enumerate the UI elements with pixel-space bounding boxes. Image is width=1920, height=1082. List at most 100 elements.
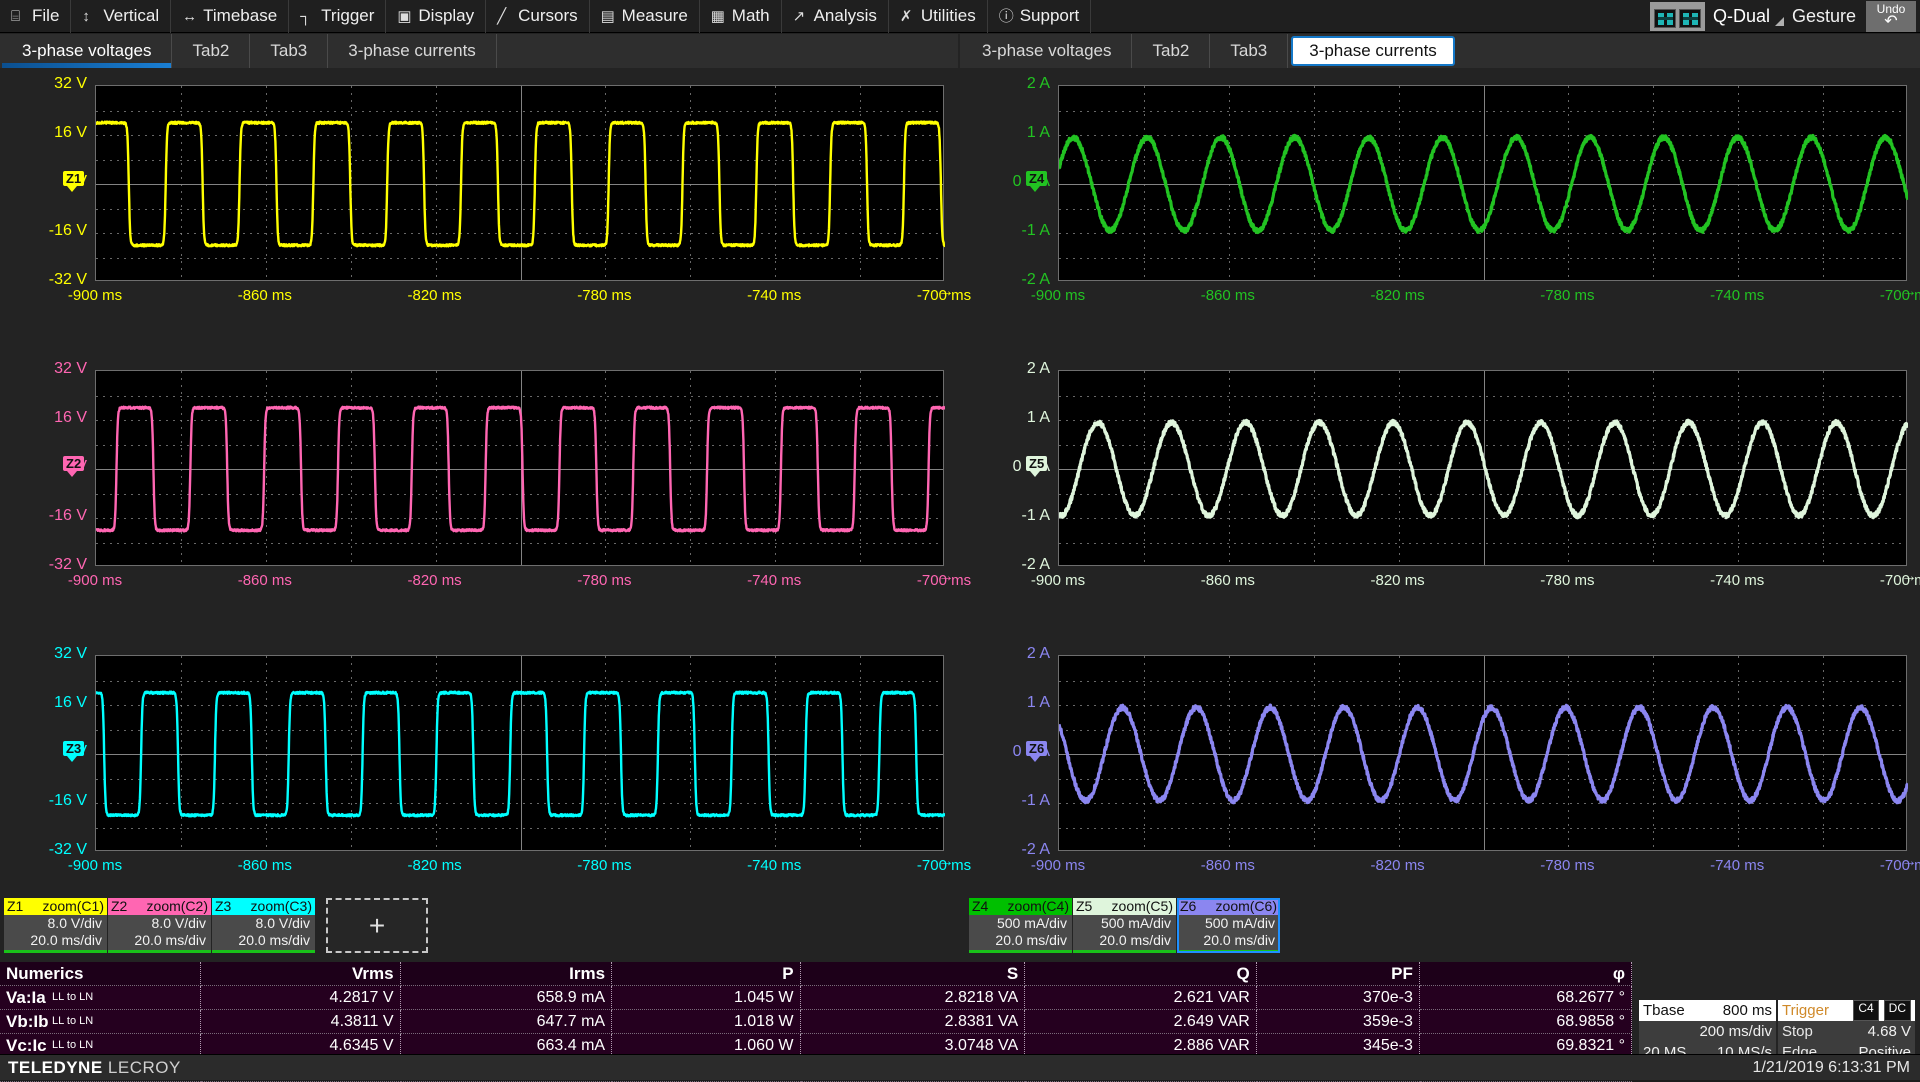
- grid-z3[interactable]: [95, 655, 944, 851]
- x-axis-label: -740 ms: [1691, 857, 1783, 874]
- add-trace-button[interactable]: +: [326, 898, 428, 953]
- tab-right-tab3[interactable]: Tab3: [1210, 34, 1288, 68]
- numerics-cell: 2.621 VAR: [1025, 986, 1257, 1010]
- undo-arrow-icon: ↶: [1884, 15, 1897, 29]
- undo-button[interactable]: Undo ↶: [1866, 1, 1916, 32]
- zoom-zero-marker-z2[interactable]: Z2: [63, 456, 84, 471]
- descriptor-vertical-scale: 8.0 V/div: [4, 915, 107, 932]
- y-axis-label: -2 A: [978, 556, 1050, 574]
- x-axis-label: -860 ms: [1182, 572, 1274, 589]
- descriptor-source: zoom(C2): [147, 898, 208, 915]
- descriptor-horizontal-scale: 20.0 ms/div: [1177, 932, 1280, 949]
- x-axis-label: -820 ms: [389, 287, 481, 304]
- x-axis-label: -860 ms: [1182, 857, 1274, 874]
- x-axis-label: -900 ms: [49, 572, 141, 589]
- trigger-title: Trigger: [1782, 1000, 1829, 1021]
- descriptor-horizontal-scale: 20.0 ms/div: [4, 932, 107, 949]
- y-axis-label: -32 V: [15, 556, 87, 574]
- grid-z1[interactable]: [95, 85, 944, 281]
- numerics-cell: 1.045 W: [612, 986, 800, 1010]
- gesture-label[interactable]: Gesture: [1792, 6, 1866, 27]
- tab-right-3-phase-voltages[interactable]: 3-phase voltages: [962, 34, 1132, 68]
- descriptor-source: zoom(C6): [1216, 898, 1277, 915]
- y-axis-label: -2 A: [978, 271, 1050, 289]
- trace-descriptor-z6[interactable]: Z6 zoom(C6)500 mA/div20.0 ms/div: [1177, 898, 1280, 953]
- y-axis-label: 0 mA: [978, 743, 1050, 761]
- menu-item-utilities[interactable]: ✗Utilities: [889, 0, 988, 33]
- trigger-source-chip: C4: [1853, 1000, 1878, 1021]
- q-dual-label[interactable]: Q-Dual: [1713, 6, 1786, 27]
- tab-tab2[interactable]: Tab2: [172, 34, 250, 68]
- tab-label: 3-phase voltages: [982, 41, 1111, 61]
- trigger-state-row: Stop 4.68 V: [1778, 1021, 1915, 1042]
- trace-descriptor-z2[interactable]: Z2zoom(C2)8.0 V/div20.0 ms/div: [108, 898, 211, 953]
- menu-item-display[interactable]: ▣Display: [386, 0, 486, 33]
- grid-z2[interactable]: [95, 370, 944, 566]
- descriptor-header: Z3zoom(C3): [212, 898, 315, 915]
- waveform-trace: [96, 86, 945, 282]
- waveform-trace: [1059, 371, 1908, 567]
- tab-label: Tab3: [1230, 41, 1267, 61]
- menu-item-math[interactable]: ▦Math: [700, 0, 782, 33]
- menu-item-analysis[interactable]: ↗Analysis: [782, 0, 889, 33]
- menu-item-measure[interactable]: ▤Measure: [590, 0, 700, 33]
- menu-item-label: Measure: [622, 6, 688, 26]
- tab-tab3[interactable]: Tab3: [250, 34, 328, 68]
- x-axis-label: -780 ms: [1521, 572, 1613, 589]
- tab-3-phase-voltages[interactable]: 3-phase voltages: [2, 34, 172, 68]
- menu-item-trigger[interactable]: ┐Trigger: [289, 0, 386, 33]
- timebase-title: Tbase: [1643, 1000, 1685, 1021]
- menu-item-label: Utilities: [921, 6, 976, 26]
- numerics-col-header: φ: [1419, 962, 1631, 986]
- grid-z6[interactable]: [1058, 655, 1907, 851]
- zoom-marker-label: Z1: [66, 171, 81, 186]
- numerics-cell: 68.2677 °: [1419, 986, 1631, 1010]
- x-axis-label: -900 ms: [1012, 572, 1104, 589]
- x-axis-label: -700 ms: [898, 572, 990, 589]
- y-axis-label: -32 V: [15, 271, 87, 289]
- menu-item-cursors[interactable]: ╱Cursors: [486, 0, 590, 33]
- descriptor-trace-name: Z6: [1180, 898, 1196, 915]
- menu-item-vertical[interactable]: ↕ Vertical: [71, 0, 171, 33]
- x-axis-label: -780 ms: [558, 287, 650, 304]
- grid-z4[interactable]: [1058, 85, 1907, 281]
- descriptor-horizontal-scale: 20.0 ms/div: [108, 932, 211, 949]
- trace-descriptor-z3[interactable]: Z3zoom(C3)8.0 V/div20.0 ms/div: [212, 898, 315, 953]
- updown-arrow-icon: ↕: [82, 8, 97, 25]
- y-axis-label: 0 V: [15, 458, 87, 476]
- menu-item-label: Vertical: [103, 6, 159, 26]
- numerics-col-header: PF: [1256, 962, 1419, 986]
- x-axis-label: -900 ms: [49, 287, 141, 304]
- waveform-trace: [1059, 656, 1908, 852]
- zoom-zero-marker-z1[interactable]: Z1: [63, 171, 84, 186]
- trace-descriptor-z4[interactable]: Z4zoom(C4)500 mA/div20.0 ms/div: [969, 898, 1072, 953]
- zoom-zero-marker-z5[interactable]: Z5: [1026, 456, 1047, 471]
- tab-right-tab2[interactable]: Tab2: [1132, 34, 1210, 68]
- descriptor-vertical-scale: 500 mA/div: [1177, 915, 1280, 932]
- zoom-zero-marker-z6[interactable]: Z6: [1026, 741, 1047, 756]
- tab-right-3-phase-currents[interactable]: 3-phase currents: [1291, 36, 1455, 66]
- x-axis-label: -860 ms: [219, 572, 311, 589]
- tab-3-phase-currents[interactable]: 3-phase currents: [328, 34, 497, 68]
- x-axis-arrow-icon: →: [1901, 568, 1917, 586]
- x-axis-label: -700 ms: [1861, 857, 1920, 874]
- descriptor-source: zoom(C3): [251, 898, 312, 915]
- descriptor-trace-name: Z5: [1076, 898, 1092, 915]
- trace-descriptor-z5[interactable]: Z5zoom(C5)500 mA/div20.0 ms/div: [1073, 898, 1176, 953]
- trigger-coupling-chip: DC: [1884, 1000, 1911, 1021]
- numerics-col-header: S: [800, 962, 1025, 986]
- y-axis-label: -2 A: [978, 841, 1050, 859]
- numerics-cell: 2.8381 VA: [800, 1010, 1025, 1034]
- trigger-state: Stop: [1782, 1021, 1813, 1042]
- q-dual-control[interactable]: Q-Dual: [1650, 0, 1792, 33]
- trace-descriptor-z1[interactable]: Z1zoom(C1)8.0 V/div20.0 ms/div: [4, 898, 107, 953]
- menu-item-timebase[interactable]: ↔Timebase: [171, 0, 289, 33]
- x-axis-label: -740 ms: [1691, 287, 1783, 304]
- q-dual-icon: [1650, 2, 1705, 31]
- menu-item-support[interactable]: ⓘSupport: [988, 0, 1092, 33]
- menu-item-file[interactable]: ⌸File: [0, 0, 71, 33]
- zoom-zero-marker-z4[interactable]: Z4: [1026, 171, 1047, 186]
- zoom-zero-marker-z3[interactable]: Z3: [63, 741, 84, 756]
- grid-z5[interactable]: [1058, 370, 1907, 566]
- analysis-chart-icon: ↗: [793, 8, 808, 25]
